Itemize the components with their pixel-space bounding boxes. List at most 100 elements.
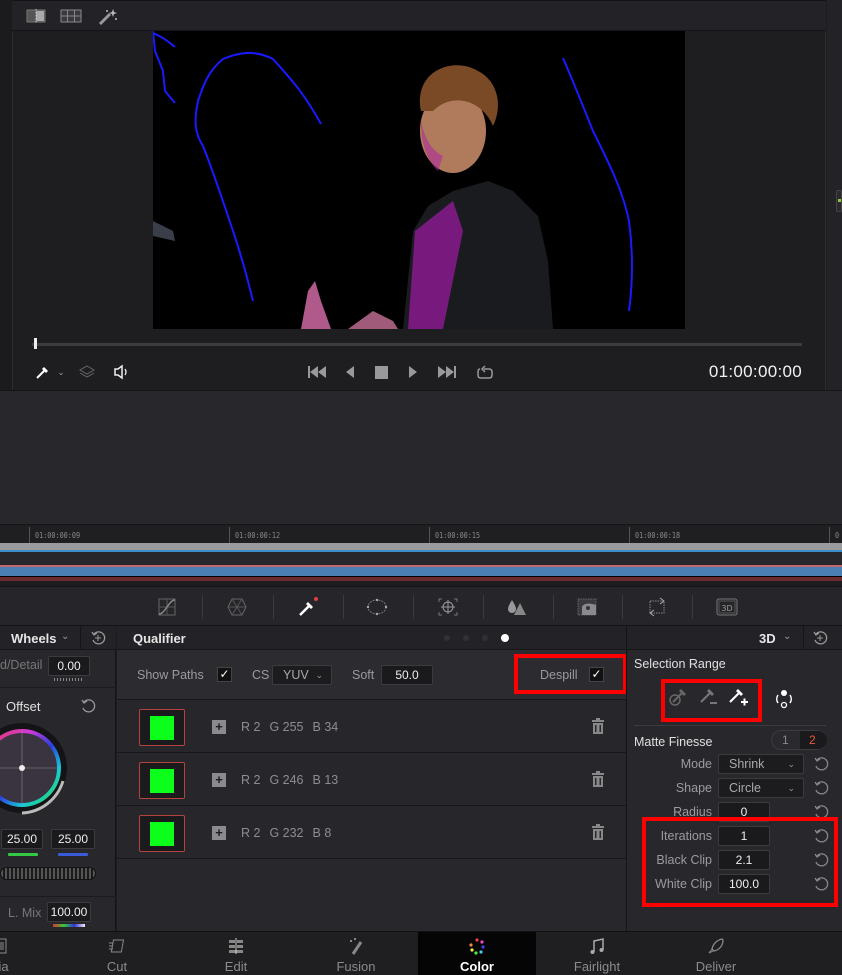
timeline-track-grey[interactable] bbox=[0, 543, 842, 550]
trash-icon[interactable] bbox=[591, 824, 605, 840]
picker-plus-icon[interactable] bbox=[727, 684, 751, 708]
sample-r-value: R 2 bbox=[241, 720, 261, 734]
detail-field[interactable]: 0.00 bbox=[48, 656, 90, 676]
sample-g-value: G 232 bbox=[269, 826, 304, 840]
timeline-track-empty[interactable] bbox=[0, 552, 842, 565]
offset-reset-icon[interactable] bbox=[80, 698, 96, 714]
feather-picker-icon[interactable] bbox=[773, 688, 795, 710]
split-view-icon[interactable] bbox=[26, 8, 46, 24]
iterations-reset-icon[interactable] bbox=[813, 828, 829, 844]
page-tab-label: Fairlight bbox=[573, 959, 621, 974]
cs-label: CS bbox=[252, 668, 270, 682]
page-tab-fairlight[interactable]: Fairlight bbox=[538, 932, 656, 975]
page-tab-edit[interactable]: Edit bbox=[177, 932, 295, 975]
stop-button[interactable] bbox=[373, 362, 389, 382]
scrub-bar[interactable] bbox=[32, 343, 802, 346]
media-icon bbox=[0, 938, 7, 954]
show-paths-checkbox[interactable]: ✓ bbox=[217, 667, 232, 682]
lmix-field[interactable]: 100.00 bbox=[47, 902, 91, 922]
offset-blue-field[interactable]: 25.00 bbox=[51, 829, 95, 849]
trash-icon[interactable] bbox=[591, 771, 605, 787]
cs-dropdown[interactable]: YUV ⌄ bbox=[272, 665, 332, 685]
trash-icon[interactable] bbox=[591, 718, 605, 734]
despill-checkbox[interactable]: ✓ bbox=[589, 667, 604, 682]
picker-dropdown-chevron-icon[interactable]: ⌄ bbox=[56, 362, 66, 382]
page-tab-label: Deliver bbox=[695, 959, 737, 974]
layers-icon[interactable] bbox=[78, 362, 96, 382]
detail-slider[interactable] bbox=[54, 678, 84, 681]
side-panel-handle[interactable] bbox=[836, 190, 842, 212]
step-back-button[interactable] bbox=[342, 362, 358, 382]
page-tab-fusion[interactable]: Fusion bbox=[297, 932, 415, 975]
blur-icon[interactable] bbox=[504, 595, 528, 619]
add-sample-icon[interactable]: + bbox=[212, 720, 226, 734]
page-tab-dia[interactable]: dia bbox=[0, 932, 59, 975]
page-dot-1[interactable] bbox=[444, 635, 450, 641]
offset-green-field[interactable]: 25.00 bbox=[1, 829, 43, 849]
window-icon[interactable] bbox=[365, 595, 389, 619]
sizing-icon[interactable] bbox=[645, 595, 669, 619]
black-clip-reset-icon[interactable] bbox=[813, 852, 829, 868]
3d-icon[interactable]: 3D bbox=[715, 595, 739, 619]
offset-master-wheel[interactable] bbox=[0, 867, 96, 880]
key-icon[interactable] bbox=[575, 595, 599, 619]
skip-to-start-button[interactable] bbox=[306, 362, 328, 382]
magic-wand-icon[interactable] bbox=[97, 8, 117, 26]
qualifier-reset-icon[interactable] bbox=[812, 630, 828, 646]
picker-tool-icon[interactable] bbox=[34, 362, 52, 382]
soft-field[interactable]: 50.0 bbox=[381, 665, 433, 685]
sample-swatch-box[interactable] bbox=[139, 815, 185, 852]
playhead[interactable] bbox=[34, 338, 37, 349]
black-clip-field[interactable]: 2.1 bbox=[718, 850, 770, 870]
timeline-video-clip[interactable] bbox=[0, 567, 842, 576]
wheels-dropdown-chevron-icon[interactable]: ⌄ bbox=[61, 631, 69, 642]
qualifier-preview-image bbox=[153, 31, 685, 329]
timeline-ruler[interactable]: 01:00:00:09 01:00:00:12 01:00:00:15 01:0… bbox=[0, 524, 842, 543]
sample-swatch-box[interactable] bbox=[139, 709, 185, 746]
radius-field[interactable]: 0 bbox=[718, 802, 770, 822]
picker-icon[interactable] bbox=[667, 684, 691, 708]
mode-reset-icon[interactable] bbox=[813, 756, 829, 772]
mode-chevron-down-icon[interactable]: ⌄ bbox=[783, 631, 791, 642]
tick-label: 01:00:00:15 bbox=[435, 531, 481, 540]
page-dot-2[interactable] bbox=[463, 635, 469, 641]
wheels-title[interactable]: Wheels bbox=[11, 631, 57, 646]
radius-reset-icon[interactable] bbox=[813, 804, 829, 820]
wheels-reset-icon[interactable] bbox=[90, 630, 106, 646]
volume-icon[interactable] bbox=[112, 362, 132, 382]
shape-dropdown[interactable]: Circle ⌄ bbox=[718, 778, 804, 798]
matte-tab-2[interactable]: 2 bbox=[809, 733, 816, 747]
offset-color-wheel[interactable] bbox=[0, 721, 70, 816]
page-tab-cut[interactable]: Cut bbox=[58, 932, 176, 975]
tracker-icon[interactable] bbox=[436, 595, 460, 619]
qualifier-sample-row[interactable]: + R 2 G 232 B 8 bbox=[117, 807, 626, 859]
iterations-field[interactable]: 1 bbox=[718, 826, 770, 846]
mode-dropdown[interactable]: Shrink ⌄ bbox=[718, 754, 804, 774]
color-warper-icon[interactable] bbox=[225, 595, 249, 619]
shape-value: Circle bbox=[729, 781, 761, 795]
page-dot-3[interactable] bbox=[482, 635, 488, 641]
qualifier-sample-row[interactable]: + R 2 G 255 B 34 bbox=[117, 701, 626, 753]
add-sample-icon[interactable]: + bbox=[212, 826, 226, 840]
matte-tab-1[interactable]: 1 bbox=[782, 733, 789, 747]
shape-reset-icon[interactable] bbox=[813, 780, 829, 796]
white-clip-field[interactable]: 100.0 bbox=[718, 874, 770, 894]
video-frame[interactable] bbox=[153, 31, 685, 329]
sample-swatch-box[interactable] bbox=[139, 762, 185, 799]
skip-to-end-button[interactable] bbox=[436, 362, 458, 382]
qualifier-icon[interactable] bbox=[296, 595, 320, 619]
picker-minus-icon[interactable] bbox=[697, 684, 721, 708]
mode-value: Shrink bbox=[729, 757, 765, 771]
curves-icon[interactable] bbox=[155, 595, 179, 619]
mode-3d-dropdown[interactable]: 3D bbox=[759, 631, 776, 646]
white-clip-reset-icon[interactable] bbox=[813, 876, 829, 892]
play-button[interactable] bbox=[405, 362, 421, 382]
page-tab-deliver[interactable]: Deliver bbox=[657, 932, 775, 975]
qualifier-sample-row[interactable]: + R 2 G 246 B 13 bbox=[117, 754, 626, 806]
sample-g-value: G 246 bbox=[269, 773, 304, 787]
grid-view-icon[interactable] bbox=[60, 8, 82, 24]
loop-button[interactable] bbox=[474, 362, 496, 382]
page-tab-color[interactable]: Color bbox=[418, 932, 536, 975]
add-sample-icon[interactable]: + bbox=[212, 773, 226, 787]
page-dot-4-active[interactable] bbox=[501, 634, 509, 642]
